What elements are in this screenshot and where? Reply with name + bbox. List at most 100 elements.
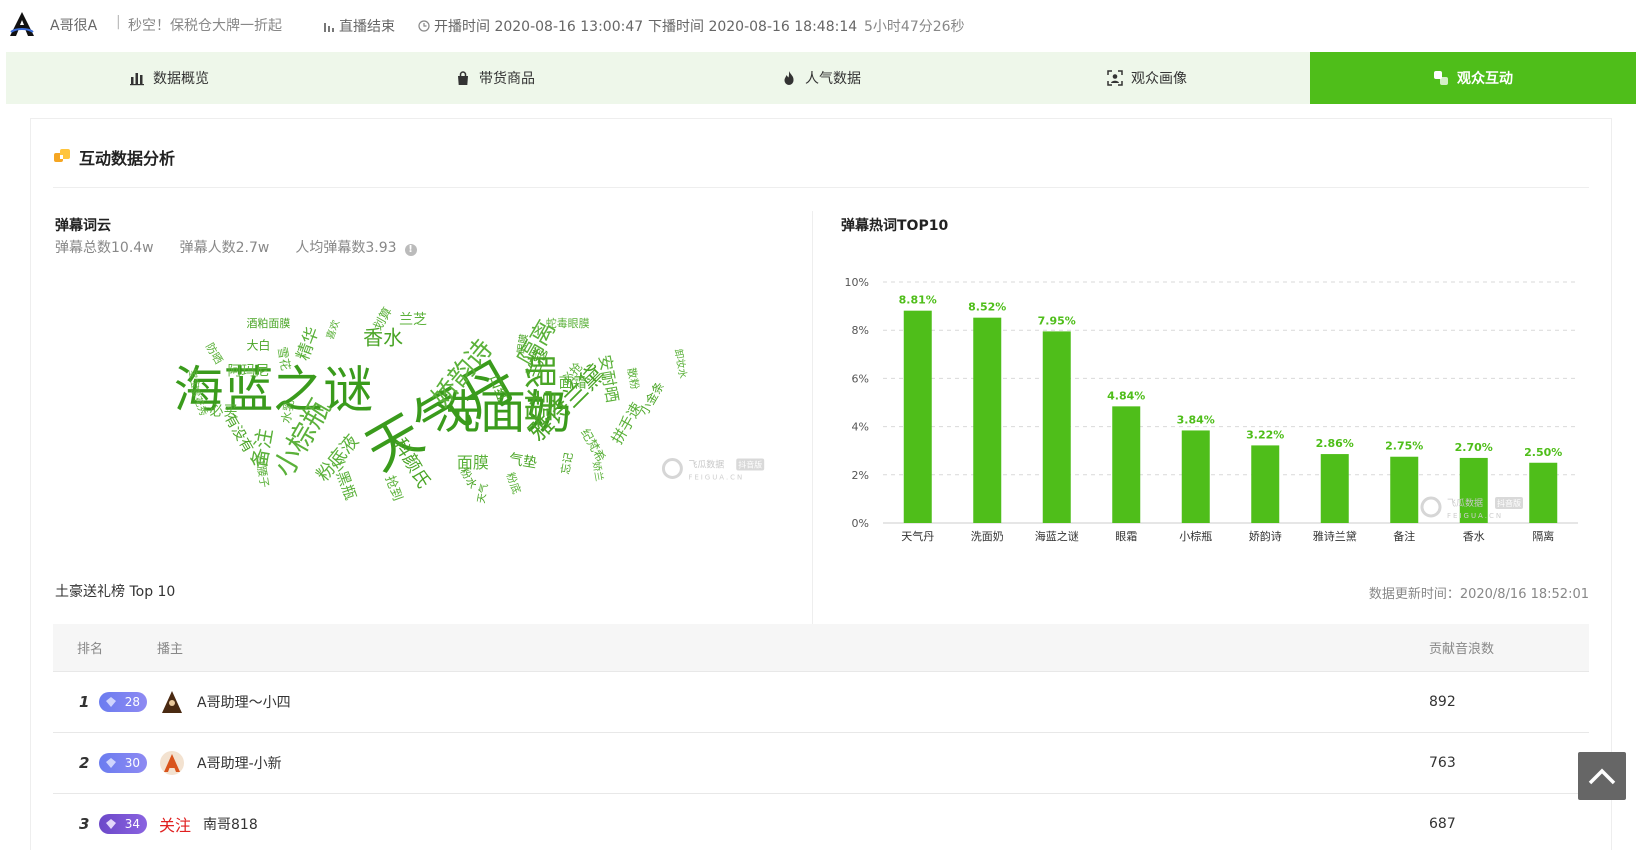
table-row[interactable]: 3 34 关注 南哥818 687 — [53, 794, 1589, 850]
tab-audience-profile[interactable]: 观众画像 — [984, 52, 1310, 104]
bar-value-label: 2.50% — [1524, 446, 1562, 459]
table-header: 排名 播主 贡献音浪数 — [53, 624, 1589, 672]
shopping-bag-icon — [458, 71, 468, 85]
level-number: 28 — [124, 695, 140, 709]
watermark-tag: 抖音版 — [738, 459, 762, 469]
tab-products[interactable]: 带货商品 — [332, 52, 658, 104]
user-name[interactable]: A哥助理～小四 — [197, 692, 1429, 712]
rank-number: 3 — [79, 815, 90, 833]
tab-label: 观众互动 — [1457, 71, 1513, 87]
wordcloud-stats: 弹幕总数10.4w 弹幕人数2.7w 人均弹幕数3.93! — [55, 237, 417, 257]
follow-label[interactable]: 关注 — [159, 812, 191, 836]
bar-value-label: 8.52% — [968, 301, 1006, 314]
avatar[interactable] — [159, 750, 185, 776]
table-row[interactable]: 2 30 A哥助理-小新 763 — [53, 733, 1589, 794]
live-title: 秒空！保税仓大牌一折起 — [128, 18, 282, 34]
bar[interactable] — [1529, 462, 1558, 523]
chart-divider — [812, 211, 813, 671]
watermark-sub: FEIGUA.CN — [688, 473, 744, 481]
back-to-top-button[interactable] — [1578, 752, 1626, 800]
x-tick-label: 天气丹 — [901, 529, 934, 543]
watermark-logo-icon — [1420, 496, 1442, 518]
section-header: 互动数据分析 — [53, 145, 175, 169]
gem-icon — [106, 697, 116, 707]
bar[interactable] — [1181, 430, 1210, 523]
gift-ranking-title: 土豪送礼榜 Top 10 — [55, 584, 176, 600]
bar-value-label: 2.75% — [1385, 440, 1423, 453]
section-divider — [53, 187, 1589, 188]
wordcloud-title: 弹幕词云 — [55, 218, 111, 234]
x-tick-label: 洗面奶 — [971, 529, 1004, 543]
clock-icon — [418, 20, 430, 32]
stat-avg-text: 人均弹幕数3.93 — [295, 240, 397, 256]
watermark-tag: 抖音版 — [1497, 498, 1521, 508]
section-title: 互动数据分析 — [79, 149, 176, 168]
gift-score: 687 — [1429, 816, 1456, 832]
info-icon[interactable]: ! — [404, 244, 417, 256]
x-tick-label: 娇韵诗 — [1249, 529, 1282, 543]
streamer-name[interactable]: A哥很A — [50, 15, 97, 35]
bar[interactable] — [903, 310, 932, 523]
top-bar: A哥很A | 秒空！保税仓大牌一折起 直播结束 开播时间 2020-08-16 … — [0, 0, 1636, 50]
x-tick-label: 备注 — [1393, 529, 1415, 543]
wordcloud-word: 蛇毒眼膜 — [546, 316, 590, 330]
tab-popularity[interactable]: 人气数据 — [658, 52, 984, 104]
gem-icon — [106, 758, 116, 768]
tab-overview[interactable]: 数据概览 — [6, 52, 332, 104]
y-tick-label: 2% — [852, 469, 869, 482]
watermark: 飞瓜数据 抖音版 FEIGUA.CN — [1420, 496, 1523, 520]
wordcloud-word: 纪梵希 — [578, 426, 609, 465]
x-tick-label: 雅诗兰黛 — [1313, 529, 1357, 543]
table-row[interactable]: 1 28 A哥助理～小四 892 — [53, 672, 1589, 733]
start-time-text: 开播时间 2020-08-16 13:00:47 — [434, 19, 644, 35]
y-tick-label: 10% — [845, 276, 869, 289]
stat-barrage-people: 弹幕人数2.7w — [179, 240, 270, 256]
signal-bars-icon — [324, 23, 334, 32]
rank-number: 2 — [79, 754, 90, 772]
rank-number: 1 — [79, 693, 90, 711]
avatar[interactable] — [159, 689, 185, 715]
live-status-text: 直播结束 — [339, 19, 395, 35]
level-number: 30 — [124, 756, 140, 770]
title-separator: | — [116, 14, 121, 30]
level-number: 34 — [124, 817, 140, 831]
bar-value-label: 3.84% — [1177, 413, 1215, 426]
end-time: 下播时间 2020-08-16 18:48:14 — [648, 19, 858, 35]
level-badge: 30 — [99, 753, 147, 773]
bar-value-label: 3.22% — [1246, 428, 1284, 441]
tab-label: 人气数据 — [805, 71, 861, 87]
flame-icon — [784, 71, 794, 85]
start-time: 开播时间 2020-08-16 13:00:47 — [418, 16, 643, 36]
bar[interactable] — [1042, 331, 1071, 523]
interaction-icon — [1434, 71, 1448, 85]
user-name[interactable]: 南哥818 — [203, 814, 1429, 834]
wordcloud-word: 散粉 — [625, 367, 643, 391]
y-tick-label: 8% — [852, 324, 869, 337]
watermark-sub: FEIGUA.CN — [1447, 512, 1503, 520]
portrait-icon — [1107, 70, 1123, 86]
avatar-image-icon — [160, 751, 184, 775]
live-status: 直播结束 — [323, 16, 395, 36]
bar[interactable] — [973, 317, 1002, 523]
bar[interactable] — [1251, 445, 1280, 523]
x-tick-label: 小棕瓶 — [1179, 529, 1212, 543]
bar-value-label: 4.84% — [1107, 389, 1145, 402]
wordcloud-word: 喜欢 — [323, 318, 342, 341]
tab-audience-interaction[interactable]: 观众互动 — [1310, 52, 1636, 104]
wordcloud-word: 卸妆水 — [672, 348, 690, 380]
gem-icon — [106, 819, 116, 829]
user-name[interactable]: A哥助理-小新 — [197, 753, 1429, 773]
streamer-logo — [10, 12, 34, 36]
x-tick-label: 眼霜 — [1115, 530, 1137, 543]
bar[interactable] — [1112, 406, 1141, 523]
y-tick-label: 4% — [852, 421, 869, 434]
bar[interactable] — [1390, 456, 1419, 523]
tab-label: 带货商品 — [479, 71, 535, 87]
wordcloud-word: 酒粕面膜 — [246, 316, 290, 330]
bar[interactable] — [1320, 454, 1349, 523]
column-rank: 排名 — [77, 642, 104, 657]
x-tick-label: 海蓝之谜 — [1035, 529, 1079, 543]
wordcloud-word: 气垫 — [508, 451, 538, 472]
wordcloud-word: 忘记 — [558, 451, 576, 475]
bar-value-label: 2.86% — [1316, 437, 1354, 450]
